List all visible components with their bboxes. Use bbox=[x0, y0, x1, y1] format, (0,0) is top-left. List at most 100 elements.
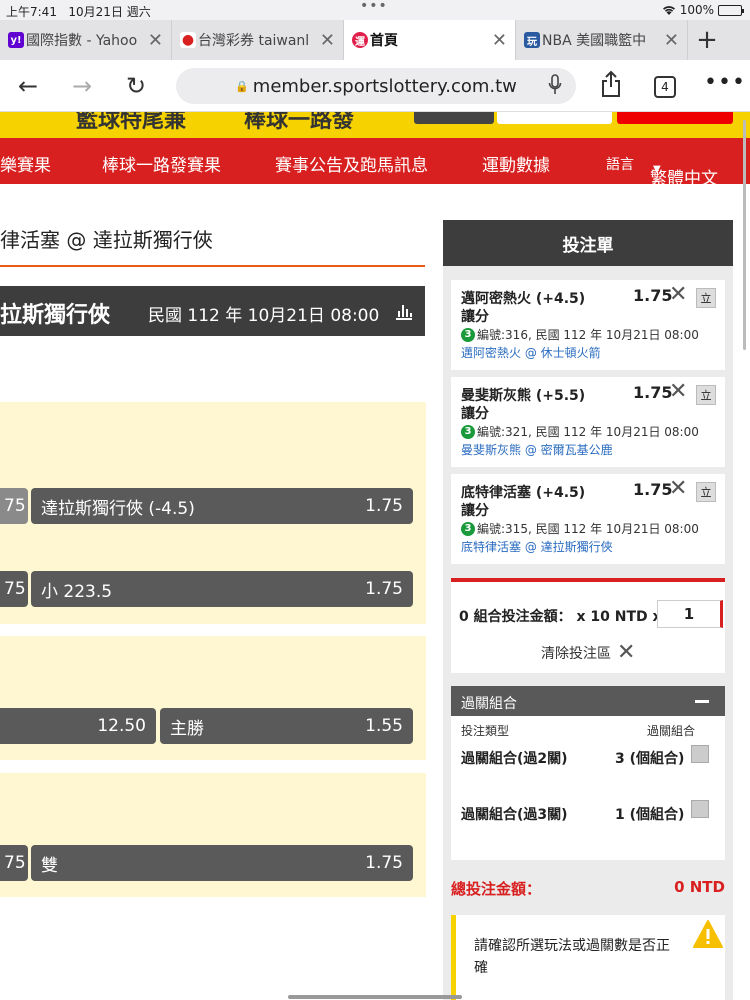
tab-count-button[interactable]: 4 bbox=[654, 76, 676, 98]
bet-selection-card: 曼斐斯灰熊 (+5.5) 讓分 1.75 ✕ 立 3 編號:321, 民國 112… bbox=[451, 377, 725, 467]
caret-down-icon: ▼ bbox=[653, 164, 661, 175]
tab-label: NBA 美國職籃中 bbox=[542, 33, 647, 49]
warning-text: 請確認所選玩法或過關數是否正確 bbox=[474, 938, 670, 976]
odds-button-stub[interactable]: 75 bbox=[0, 488, 28, 524]
single-bet-button[interactable]: 立 bbox=[696, 385, 716, 405]
nav-item-sports-data[interactable]: 運動數據 bbox=[482, 151, 550, 176]
odds-button[interactable]: 雙 1.75 bbox=[31, 845, 413, 881]
parlay-checkbox[interactable] bbox=[691, 800, 709, 818]
warning-triangle-icon bbox=[693, 920, 723, 948]
odds-value: 1.75 bbox=[365, 853, 403, 873]
selection-info: 3 編號:316, 民國 112 年 10月21日 08:00 bbox=[461, 326, 699, 343]
odds-label: 達拉斯獨行俠 (-4.5) bbox=[41, 498, 195, 519]
site-nav: 樂賽果 棒球一路發賽果 賽事公告及跑馬訊息 運動數據 語言 繁體中文 ▼ bbox=[0, 138, 750, 189]
odds-value: 12.50 bbox=[97, 716, 146, 736]
odds-label: 主勝 bbox=[170, 718, 204, 739]
url-field[interactable]: 🔒 member.sportslottery.com.tw bbox=[176, 68, 576, 104]
odds-label: 小 223.5 bbox=[41, 581, 113, 602]
selection-match-link[interactable]: 邁阿密熱火 @ 休士頓火箭 bbox=[461, 344, 601, 361]
match-bar: 拉斯獨行俠 民國 112 年 10月21日 08:00 bbox=[0, 286, 425, 336]
warning-box: 請確認所選玩法或過關數是否正確 bbox=[451, 915, 725, 1000]
stats-chart-icon[interactable] bbox=[394, 301, 414, 321]
odds-section: 75 達拉斯獨行俠 (-4.5) 1.75 75 小 223.5 1.75 bbox=[0, 402, 426, 624]
yahoo-favicon-icon: y! bbox=[8, 32, 24, 48]
parlay-row-count: 3 (個組合) bbox=[615, 751, 685, 767]
header-button-dark[interactable] bbox=[414, 112, 494, 124]
bet-selection-card: 邁阿密熱火 (+4.5) 讓分 1.75 ✕ 立 3 編號:316, 民國 112… bbox=[451, 280, 725, 370]
multitask-dots-icon[interactable]: ••• bbox=[360, 0, 388, 14]
selection-odds: 1.75 bbox=[633, 286, 673, 305]
number-badge: 3 bbox=[461, 424, 475, 439]
column-header-combo: 過關組合 bbox=[647, 724, 696, 738]
collapse-minus-icon[interactable] bbox=[695, 700, 709, 703]
forward-arrow-icon[interactable]: → bbox=[72, 72, 92, 100]
odds-value: 1.75 bbox=[365, 496, 403, 516]
odds-button-stub[interactable]: 75 bbox=[0, 845, 28, 881]
odds-button[interactable]: 12.50 bbox=[0, 708, 156, 744]
nav-item-announcements[interactable]: 賽事公告及跑馬訊息 bbox=[275, 151, 428, 176]
tab-yahoo[interactable]: y! 國際指數 - Yahoo ✕ bbox=[0, 20, 172, 60]
parlay-checkbox[interactable] bbox=[691, 745, 709, 763]
parlay-header[interactable]: 過關組合 bbox=[451, 686, 725, 716]
match-title: 律活塞 @ 達拉斯獨行俠 bbox=[0, 228, 213, 252]
stake-label: 0 組合投注金額： x 10 NTD x bbox=[459, 609, 662, 625]
scrollbar[interactable] bbox=[743, 120, 746, 350]
back-arrow-icon[interactable]: ← bbox=[18, 72, 38, 100]
selection-match-link[interactable]: 底特律活塞 @ 達拉斯獨行俠 bbox=[461, 538, 613, 555]
tab-nba[interactable]: 玩 NBA 美國職籃中 ✕ bbox=[516, 20, 688, 60]
header-button-red[interactable] bbox=[617, 112, 733, 124]
number-badge: 3 bbox=[461, 521, 475, 536]
match-date: 民國 112 年 10月21日 08:00 bbox=[148, 306, 380, 326]
selection-match-link[interactable]: 曼斐斯灰熊 @ 密爾瓦基公鹿 bbox=[461, 441, 613, 458]
selection-odds: 1.75 bbox=[633, 383, 673, 402]
bet-selection-card: 底特律活塞 (+4.5) 讓分 1.75 ✕ 立 3 編號:315, 民國 112… bbox=[451, 474, 725, 564]
selection-title: 邁阿密熱火 (+4.5) bbox=[461, 291, 586, 307]
clear-betslip-button[interactable]: 清除投注區 ✕ bbox=[541, 640, 635, 665]
single-bet-button[interactable]: 立 bbox=[696, 482, 716, 502]
single-bet-button[interactable]: 立 bbox=[696, 288, 716, 308]
odds-section: 12.50 主勝 1.55 bbox=[0, 636, 426, 760]
odds-button[interactable]: 達拉斯獨行俠 (-4.5) 1.75 bbox=[31, 488, 413, 524]
close-icon[interactable]: ✕ bbox=[320, 30, 335, 51]
tab-taiwan-lottery[interactable]: ● 台灣彩券 taiwanl ✕ bbox=[172, 20, 344, 60]
close-icon[interactable]: ✕ bbox=[492, 30, 507, 51]
odds-button[interactable]: 主勝 1.55 bbox=[160, 708, 413, 744]
selection-odds: 1.75 bbox=[633, 480, 673, 499]
remove-selection-close-icon[interactable]: ✕ bbox=[669, 476, 687, 501]
nav-language-label: 語言 bbox=[606, 157, 634, 173]
home-indicator[interactable] bbox=[288, 995, 462, 999]
total-value: 0 NTD bbox=[674, 878, 725, 896]
tab-strip: y! 國際指數 - Yahoo ✕ ● 台灣彩券 taiwanl ✕ 運 首頁 … bbox=[0, 20, 750, 60]
selection-type: 讓分 bbox=[461, 406, 489, 422]
banner-text-left: 籃球特尾兼 bbox=[76, 112, 187, 133]
header-input[interactable] bbox=[497, 112, 612, 124]
total-label: 總投注金額： bbox=[451, 880, 542, 898]
new-tab-plus-icon[interactable]: + bbox=[688, 20, 726, 60]
nav-item-results[interactable]: 樂賽果 bbox=[0, 151, 51, 176]
parlay-row-label: 過關組合(過2關) bbox=[461, 751, 568, 767]
tab-label: 國際指數 - Yahoo bbox=[26, 33, 138, 49]
betslip-title: 投注單 bbox=[443, 220, 733, 266]
status-right: 100% bbox=[662, 3, 744, 17]
remove-selection-close-icon[interactable]: ✕ bbox=[669, 282, 687, 307]
share-icon[interactable] bbox=[600, 70, 622, 98]
site-header-banner: 籃球特尾兼 棒球一路發 bbox=[0, 112, 750, 138]
nav-item-baseball-results[interactable]: 棒球一路發賽果 bbox=[102, 151, 221, 176]
reload-icon[interactable]: ↻ bbox=[126, 72, 146, 100]
match-team: 拉斯獨行俠 bbox=[0, 303, 111, 328]
sportslottery-favicon-icon: 運 bbox=[352, 32, 368, 48]
microphone-icon[interactable] bbox=[548, 74, 562, 96]
close-icon[interactable]: ✕ bbox=[148, 30, 163, 51]
stake-input[interactable]: 1 bbox=[657, 600, 723, 628]
odds-button-stub[interactable]: 75 bbox=[0, 571, 28, 607]
tab-home[interactable]: 運 首頁 ✕ bbox=[344, 20, 516, 60]
remove-selection-close-icon[interactable]: ✕ bbox=[669, 379, 687, 404]
close-icon[interactable]: ✕ bbox=[664, 30, 679, 51]
tab-label: 首頁 bbox=[370, 33, 398, 49]
selection-title: 底特律活塞 (+4.5) bbox=[461, 485, 586, 501]
close-icon: ✕ bbox=[617, 640, 636, 665]
divider bbox=[0, 265, 425, 267]
odds-button[interactable]: 小 223.5 1.75 bbox=[31, 571, 413, 607]
more-options-icon[interactable]: ••• bbox=[704, 70, 746, 95]
status-time: 上午7:41 10月21日 週六 bbox=[6, 5, 151, 19]
